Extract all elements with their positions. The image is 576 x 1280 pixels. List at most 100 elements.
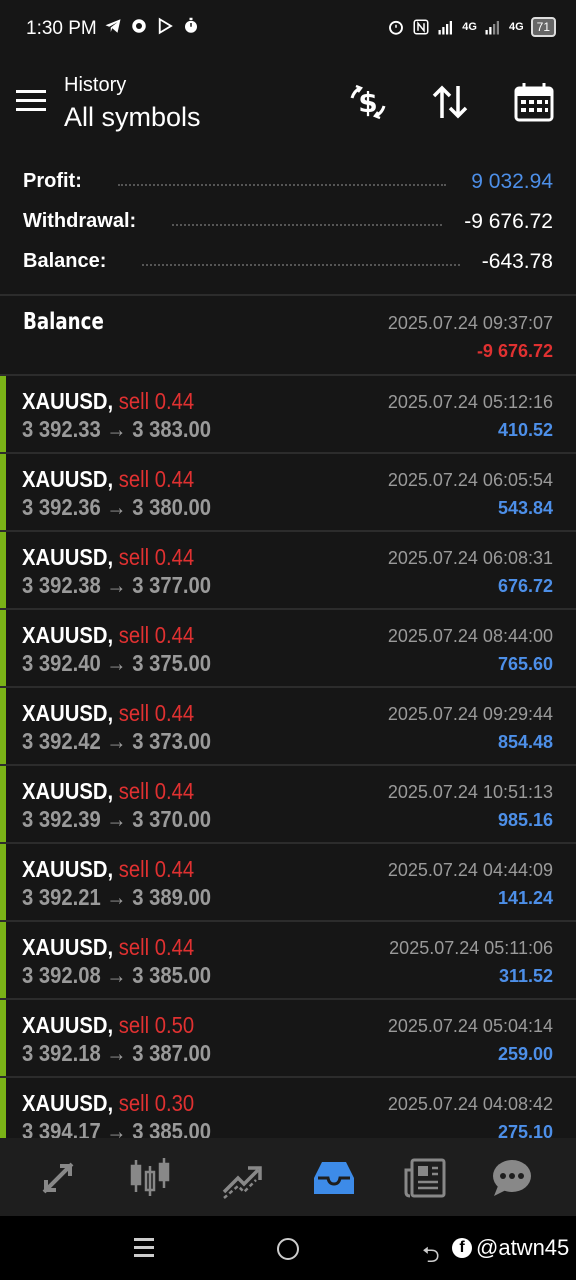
trade-symbol: XAUUSD, sell 0.44 xyxy=(22,700,194,727)
trade-symbol: XAUUSD, sell 0.44 xyxy=(22,466,194,493)
nfc-icon xyxy=(413,19,429,35)
withdrawal-row: Withdrawal: -9 676.72 xyxy=(0,204,576,244)
quotes-icon[interactable] xyxy=(36,1156,80,1200)
bottom-navigation xyxy=(0,1138,576,1216)
profit-row: Profit: 9 032.94 xyxy=(0,164,576,204)
battery-level: 71 xyxy=(530,17,556,37)
app-icon xyxy=(132,19,146,33)
trade-row[interactable]: XAUUSD, sell 0.44 3 392.42 → 3 373.00 2025… xyxy=(0,688,576,766)
chart-icon[interactable] xyxy=(128,1156,172,1200)
trade-symbol-text: XAUUSD, xyxy=(22,700,114,726)
trade-profit: 259.00 xyxy=(497,1044,553,1064)
trade-date: 2025.07.24 04:44:09 xyxy=(387,860,553,880)
trade-prices: 3 392.38 → 3 377.00 xyxy=(22,572,212,598)
play-icon xyxy=(158,17,173,35)
withdrawal-label: Withdrawal: xyxy=(23,210,137,232)
trade-symbol: XAUUSD, sell 0.44 xyxy=(22,544,194,571)
balance-entry-date: 2025.07.24 09:37:07 xyxy=(387,313,553,333)
trade-row[interactable]: XAUUSD, sell 0.44 3 392.21 → 3 389.00 2025… xyxy=(0,844,576,922)
trade-row[interactable]: XAUUSD, sell 0.50 3 392.18 → 3 387.00 2025… xyxy=(0,1000,576,1078)
trade-status-bar xyxy=(0,1000,6,1076)
trade-profit: 854.48 xyxy=(497,732,553,752)
trade-prices: 3 392.18 → 3 387.00 xyxy=(22,1040,212,1066)
summary-panel: Profit: 9 032.94 Withdrawal: -9 676.72 B… xyxy=(0,164,576,284)
trade-symbol-text: XAUUSD, xyxy=(22,1090,114,1116)
trade-row[interactable]: XAUUSD, sell 0.44 3 392.39 → 3 370.00 2025… xyxy=(0,766,576,844)
profit-value: 9 032.94 xyxy=(471,170,553,193)
trade-symbol-text: XAUUSD, xyxy=(22,856,114,882)
trade-profit: 311.52 xyxy=(498,966,553,986)
balance-label: Balance: xyxy=(23,250,107,272)
symbol-filter[interactable]: All symbols xyxy=(64,102,201,133)
trade-prices: 3 392.33 → 3 383.00 xyxy=(22,416,212,442)
trade-status-bar xyxy=(0,922,6,998)
trade-row[interactable]: XAUUSD, sell 0.44 3 392.36 → 3 380.00 2025… xyxy=(0,454,576,532)
trade-status-bar xyxy=(0,688,6,764)
trade-symbol: XAUUSD, sell 0.44 xyxy=(22,388,194,415)
system-status-icons: 4G 4G 71 xyxy=(387,17,556,37)
watermark: f @atwn45 xyxy=(452,1235,569,1261)
status-bar: 1:30 PM 4G 4G 71 xyxy=(0,0,576,58)
trade-symbol: XAUUSD, sell 0.50 xyxy=(22,1012,194,1039)
menu-button[interactable] xyxy=(16,90,48,114)
trade-row[interactable]: XAUUSD, sell 0.44 3 392.08 → 3 385.00 2025… xyxy=(0,922,576,1000)
balance-entry[interactable]: Balance 2025.07.24 09:37:07 -9 676.72 xyxy=(0,297,576,375)
trade-symbol-text: XAUUSD, xyxy=(22,544,114,570)
withdrawal-value: -9 676.72 xyxy=(464,210,553,233)
trade-side: sell 0.44 xyxy=(118,388,195,414)
page-title: History xyxy=(64,74,127,96)
history-icon[interactable] xyxy=(312,1156,356,1200)
trade-symbol-text: XAUUSD, xyxy=(22,466,114,492)
trade-icon[interactable] xyxy=(220,1156,264,1200)
trade-prices: 3 392.36 → 3 380.00 xyxy=(22,494,212,520)
trade-status-bar xyxy=(0,532,6,608)
trade-date: 2025.07.24 06:08:31 xyxy=(387,548,553,568)
app-bar: History All symbols $ xyxy=(0,62,576,142)
back-button[interactable]: ⮌ xyxy=(422,1238,440,1276)
trade-prices: 3 392.21 → 3 389.00 xyxy=(22,884,212,910)
trade-status-bar xyxy=(0,376,6,452)
recents-button[interactable] xyxy=(134,1238,154,1258)
home-button[interactable] xyxy=(277,1238,299,1260)
sort-icon[interactable] xyxy=(428,80,472,124)
messages-icon[interactable] xyxy=(490,1156,534,1200)
trade-profit: 410.52 xyxy=(497,420,553,440)
leader-dots xyxy=(118,184,446,188)
timer-icon xyxy=(185,17,197,33)
notification-icons xyxy=(104,17,200,35)
status-time: 1:30 PM xyxy=(26,18,97,39)
trade-symbol: XAUUSD, sell 0.44 xyxy=(22,934,194,961)
trade-prices: 3 392.42 → 3 373.00 xyxy=(22,728,212,754)
currency-exchange-icon[interactable]: $ xyxy=(346,80,390,124)
trade-row[interactable]: XAUUSD, sell 0.30 3 394.17 → 3 385.00 2025… xyxy=(0,1078,576,1138)
trade-prices: 3 394.17 → 3 385.00 xyxy=(22,1118,212,1138)
trade-symbol-text: XAUUSD, xyxy=(22,1012,114,1038)
watermark-text: @atwn45 xyxy=(476,1235,570,1260)
trade-list[interactable]: XAUUSD, sell 0.44 3 392.33 → 3 383.00 2025… xyxy=(0,376,576,1138)
trade-symbol: XAUUSD, sell 0.44 xyxy=(22,856,194,883)
trade-row[interactable]: XAUUSD, sell 0.44 3 392.38 → 3 377.00 2025… xyxy=(0,532,576,610)
trade-side: sell 0.30 xyxy=(118,1090,195,1116)
leader-dots xyxy=(142,264,460,268)
calendar-icon[interactable] xyxy=(512,80,556,124)
facebook-icon: f xyxy=(452,1238,472,1258)
balance-row: Balance: -643.78 xyxy=(0,244,576,284)
network-type-1: 4G xyxy=(462,21,477,33)
alarm-icon xyxy=(389,20,404,35)
trade-profit: 985.16 xyxy=(497,810,553,830)
trade-date: 2025.07.24 05:04:14 xyxy=(387,1016,553,1036)
trade-profit: 275.10 xyxy=(497,1122,553,1138)
trade-status-bar xyxy=(0,1078,6,1138)
trade-symbol-text: XAUUSD, xyxy=(22,388,114,414)
trade-row[interactable]: XAUUSD, sell 0.44 3 392.40 → 3 375.00 2025… xyxy=(0,610,576,688)
system-navigation: ⮌ f @atwn45 xyxy=(0,1216,576,1280)
telegram-icon xyxy=(105,19,121,33)
balance-value: -643.78 xyxy=(481,250,553,273)
leader-dots xyxy=(172,224,442,228)
trade-side: sell 0.44 xyxy=(118,544,195,570)
trade-status-bar xyxy=(0,844,6,920)
news-icon[interactable] xyxy=(404,1156,448,1200)
trade-row[interactable]: XAUUSD, sell 0.44 3 392.33 → 3 383.00 2025… xyxy=(0,376,576,454)
trade-date: 2025.07.24 08:44:00 xyxy=(387,626,553,646)
trade-status-bar xyxy=(0,610,6,686)
